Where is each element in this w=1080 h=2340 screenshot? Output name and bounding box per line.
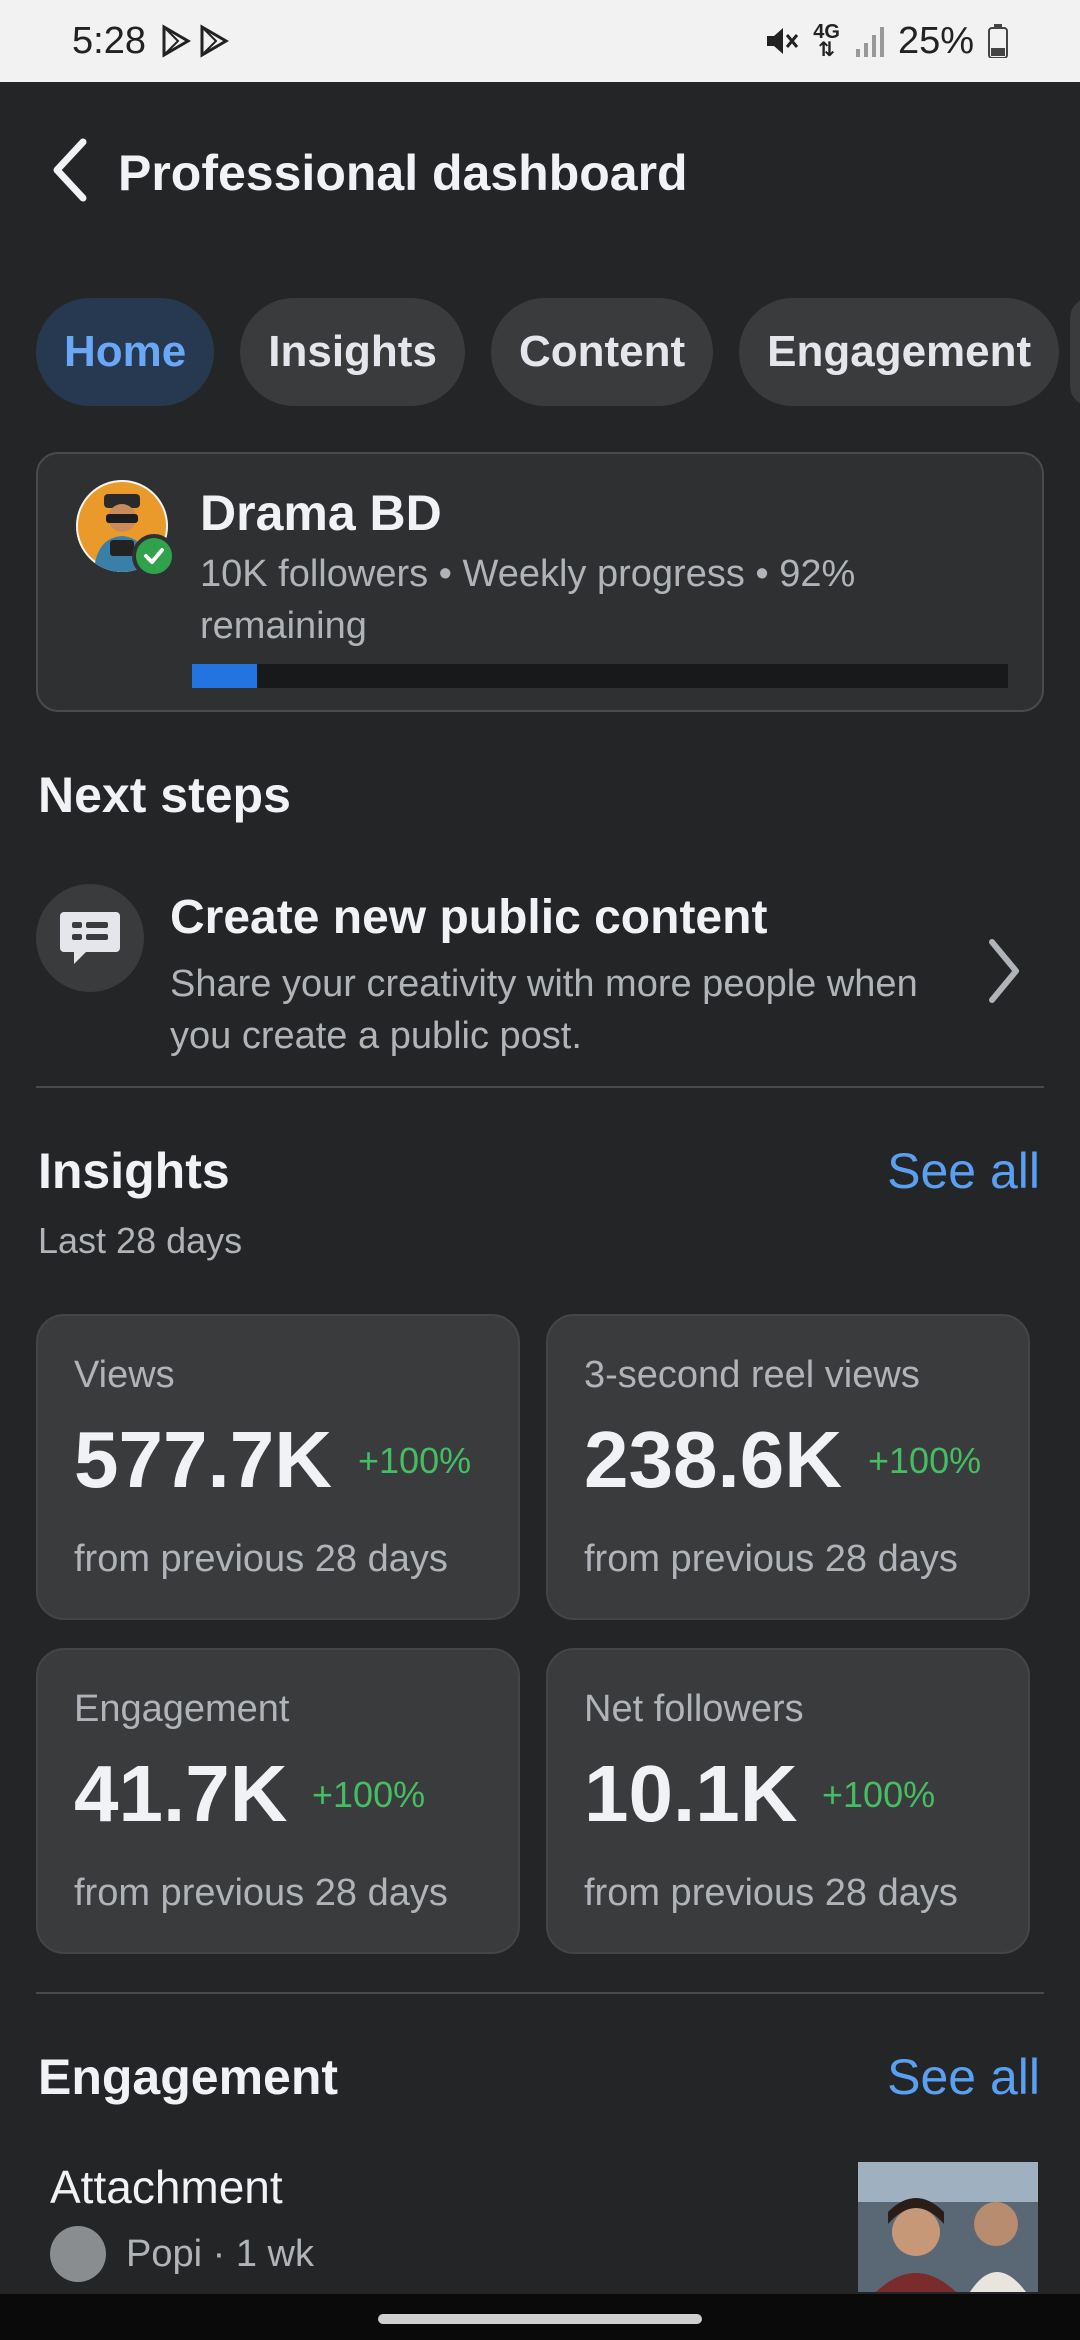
message-square-icon bbox=[60, 912, 120, 964]
mute-icon bbox=[767, 28, 799, 54]
engagement-item-title: Attachment bbox=[50, 2161, 283, 2213]
step-description: Share your creativity with more people w… bbox=[170, 963, 918, 1057]
status-time: 5:28 bbox=[72, 19, 146, 62]
divider bbox=[36, 1992, 1044, 1994]
metric-card-views[interactable]: Views 577.7K +100% from previous 28 days bbox=[36, 1314, 520, 1620]
page-title: Professional dashboard bbox=[118, 145, 688, 201]
step-title: Create new public content bbox=[170, 891, 768, 944]
tab-insights[interactable]: Insights bbox=[240, 298, 465, 406]
engagement-item-meta-row: Popi · 1 wk bbox=[50, 2226, 314, 2282]
metric-value: 238.6K bbox=[584, 1415, 842, 1504]
insights-title: Insights bbox=[38, 1143, 230, 1199]
insights-see-all-link[interactable]: See all bbox=[887, 1142, 1040, 1200]
play-store-icon bbox=[162, 24, 191, 58]
metric-change: +100% bbox=[358, 1440, 472, 1481]
engagement-see-all-link[interactable]: See all bbox=[887, 2048, 1040, 2106]
metric-label: Views bbox=[74, 1354, 175, 1396]
profile-name: Drama BD bbox=[200, 485, 442, 541]
battery-icon bbox=[988, 24, 1008, 58]
home-gesture-handle[interactable] bbox=[378, 2314, 702, 2324]
metric-card-engagement[interactable]: Engagement 41.7K +100% from previous 28 … bbox=[36, 1648, 520, 1954]
step-icon-wrap bbox=[36, 884, 144, 992]
engagement-title: Engagement bbox=[38, 2049, 339, 2105]
engagement-thumbnail[interactable] bbox=[858, 2162, 1038, 2292]
tab-content[interactable]: Content bbox=[490, 298, 714, 406]
battery-level: 25% bbox=[897, 19, 974, 62]
profile-meta: 10K followers • Weekly progress • 92% re… bbox=[200, 553, 856, 647]
play-store-icon bbox=[200, 24, 229, 58]
metric-change: +100% bbox=[312, 1774, 426, 1815]
network-4g-icon: 4G ⇅ bbox=[813, 21, 840, 61]
tab-overflow[interactable] bbox=[1070, 298, 1080, 406]
chevron-right-icon bbox=[989, 939, 1019, 1003]
metric-card-net-followers[interactable]: Net followers 10.1K +100% from previous … bbox=[546, 1648, 1030, 1954]
chevron-left-icon bbox=[53, 138, 87, 202]
metric-comparison: from previous 28 days bbox=[584, 1872, 958, 1914]
tab-engagement[interactable]: Engagement bbox=[739, 298, 1060, 406]
metric-label: 3-second reel views bbox=[584, 1354, 920, 1396]
status-bar: 5:28 4G ⇅ 25% bbox=[0, 0, 1080, 82]
engagement-item-meta: Popi · 1 wk bbox=[126, 2232, 314, 2275]
weekly-progress-fill bbox=[192, 664, 258, 688]
metric-value: 10.1K bbox=[584, 1749, 798, 1838]
metric-value: 41.7K bbox=[74, 1749, 288, 1838]
next-steps-title: Next steps bbox=[38, 767, 291, 823]
system-nav-bar bbox=[0, 2294, 1080, 2340]
divider bbox=[36, 1086, 1044, 1088]
header: Professional dashboard bbox=[0, 130, 1080, 210]
metric-comparison: from previous 28 days bbox=[74, 1872, 448, 1914]
metric-change: +100% bbox=[822, 1774, 936, 1815]
weekly-progress-bar bbox=[192, 664, 1008, 688]
tab-home[interactable]: Home bbox=[36, 298, 215, 406]
metric-change: +100% bbox=[868, 1440, 982, 1481]
checkmark-icon bbox=[144, 548, 164, 564]
metric-comparison: from previous 28 days bbox=[584, 1538, 958, 1580]
next-step-item[interactable]: Create new public content Share your cre… bbox=[36, 870, 1044, 1070]
avatar bbox=[50, 2226, 106, 2282]
verified-badge bbox=[132, 534, 176, 578]
metric-comparison: from previous 28 days bbox=[74, 1538, 448, 1580]
metric-label: Engagement bbox=[74, 1688, 290, 1730]
signal-icon bbox=[855, 27, 884, 57]
thumbnail-image bbox=[858, 2162, 1038, 2292]
metric-label: Net followers bbox=[584, 1688, 804, 1730]
tab-bar: Home Insights Content Engagement bbox=[36, 298, 1060, 406]
insights-subtitle: Last 28 days bbox=[38, 1220, 243, 1261]
metric-card-reel-views[interactable]: 3-second reel views 238.6K +100% from pr… bbox=[546, 1314, 1030, 1620]
profile-card[interactable]: Drama BD 10K followers • Weekly progress… bbox=[36, 452, 1044, 712]
notification-icons bbox=[160, 24, 230, 58]
metric-value: 577.7K bbox=[74, 1415, 332, 1504]
back-button[interactable] bbox=[36, 130, 106, 210]
